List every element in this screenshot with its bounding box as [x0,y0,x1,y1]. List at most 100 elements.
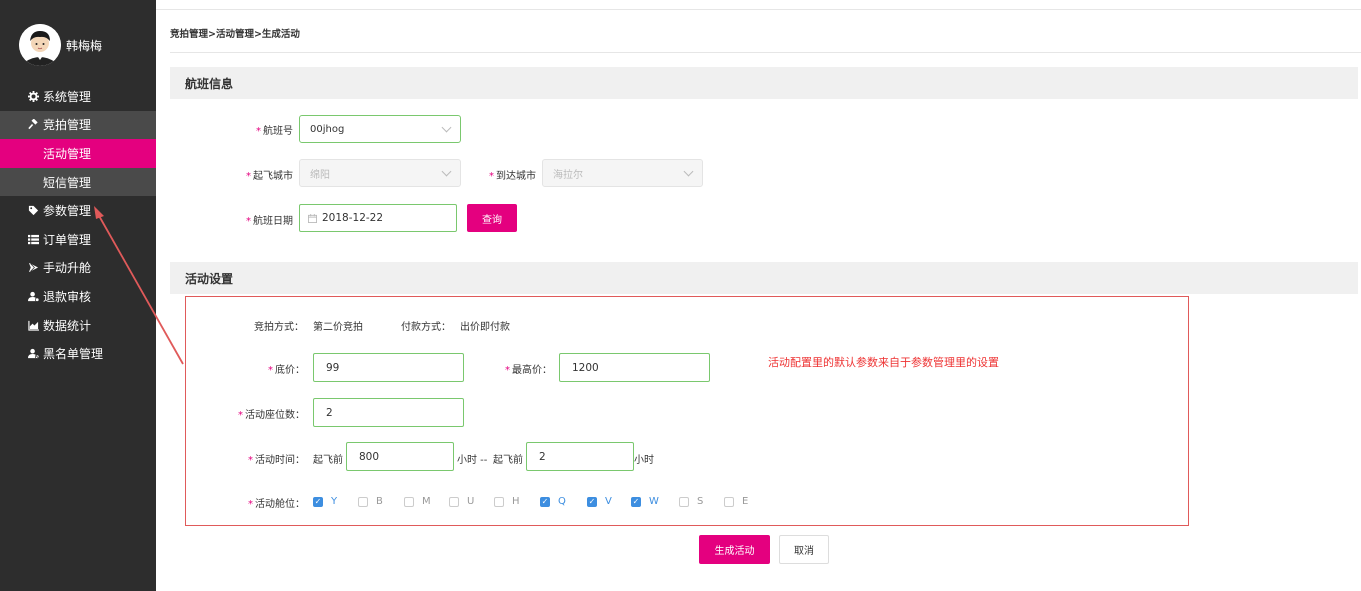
chevron-down-icon [441,166,452,177]
flight-date-label: * 航班日期 [246,216,293,227]
cabin-code: W [649,496,659,507]
sidebar-item-orders[interactable]: 订单管理 [0,225,156,254]
hours-separator: 小时 -- [457,455,488,466]
auction-method-value: 第二价竞拍 [313,322,363,333]
required-mark: * [489,171,494,182]
cabin-checkbox-s[interactable]: S [679,496,703,507]
sidebar-item-label: 退款审核 [43,289,92,304]
query-button[interactable]: 查询 [467,204,517,232]
cabin-code: M [422,496,431,507]
cabin-code: Y [331,496,338,507]
before-takeoff-label-2: 起飞前 [493,455,523,466]
required-mark: * [256,126,261,137]
username: 韩梅梅 [66,38,103,53]
cabin-checkbox-y[interactable]: ✓ Y [313,496,337,507]
arrival-city-label: * 到达城市 [489,171,536,182]
sidebar-item-label: 手动升舱 [43,261,92,276]
time-end-input[interactable]: 2 [526,442,634,471]
sidebar-item-label: 竞拍管理 [43,118,92,133]
breadcrumb: 竞拍管理>活动管理>生成活动 [170,29,300,40]
activity-settings-header: 活动设置 [170,262,1358,294]
cabin-checkbox-w[interactable]: ✓ W [631,496,659,507]
cabin-checkbox-q[interactable]: ✓ Q [540,496,566,507]
input-value: 2 [326,406,333,419]
input-value: 2 [539,450,546,463]
required-mark: * [248,455,253,466]
sidebar-item-blacklist[interactable]: 黑名单管理 [0,339,156,368]
input-value: 800 [359,450,380,463]
floor-price-input[interactable]: 99 [313,353,464,382]
seat-count-input[interactable]: 2 [313,398,464,427]
sidebar-item-upgrade[interactable]: 手动升舱 [0,254,156,283]
required-mark: * [505,365,510,376]
max-price-input[interactable]: 1200 [559,353,710,382]
checkbox-empty-icon [724,496,734,507]
cabin-checkbox-u[interactable]: U [449,496,474,507]
cabin-code: H [512,496,520,507]
annotation-note: 活动配置里的默认参数来自于参数管理里的设置 [768,356,999,369]
generate-activity-button[interactable]: 生成活动 [699,535,770,564]
user-refund-icon [27,290,40,303]
flight-no-select[interactable]: 00jhog [299,115,461,143]
cabin-code: Q [558,496,566,507]
checkmark-icon: ✓ [631,496,641,507]
hours-suffix: 小时 [634,455,654,466]
list-icon [27,233,40,246]
chart-icon [27,319,40,332]
plane-icon [27,261,40,274]
auction-method-label: 竞拍方式： [254,322,304,333]
chevron-down-icon [683,166,694,177]
cabin-checkbox-h[interactable]: H [494,496,520,507]
max-price-label: * 最高价： [505,365,552,376]
required-mark: * [246,216,251,227]
checkmark-icon: ✓ [540,496,550,507]
input-value: 99 [326,361,340,374]
section-title: 活动设置 [185,271,234,286]
sidebar-item-label: 黑名单管理 [43,347,104,362]
cabin-label: * 活动舱位： [248,499,305,510]
checkmark-icon: ✓ [313,496,323,507]
departure-city-label: * 起飞城市 [246,171,293,182]
cabin-checkbox-e[interactable]: E [724,496,748,507]
checkbox-empty-icon [679,496,689,507]
payment-method-value: 出价即付款 [460,322,510,333]
chevron-down-icon [441,122,452,133]
gear-icon [27,90,40,103]
breadcrumb-divider [170,52,1361,53]
gavel-icon [27,118,40,131]
checkbox-empty-icon [494,496,504,507]
input-value: 1200 [572,361,599,374]
flight-info-header: 航班信息 [170,67,1358,99]
cancel-button[interactable]: 取消 [779,535,829,564]
flight-date-input[interactable]: 2018-12-22 [299,204,457,232]
required-mark: * [246,171,251,182]
sidebar-item-refund[interactable]: 退款审核 [0,282,156,311]
cabin-code: V [605,496,612,507]
sidebar-item-activity[interactable]: 活动管理 [0,139,156,168]
cabin-checkbox-v[interactable]: ✓ V [587,496,612,507]
cabin-checkbox-m[interactable]: M [404,496,431,507]
sidebar-item-auction[interactable]: 竞拍管理 [0,110,156,140]
departure-city-select: 绵阳 [299,159,461,187]
calendar-icon [308,213,317,223]
seat-count-label: * 活动座位数： [238,410,305,421]
sidebar-item-system[interactable]: 系统管理 [0,82,156,111]
cabin-code: B [376,496,383,507]
sidebar-item-params[interactable]: 参数管理 [0,196,156,225]
selected-value: 00jhog [310,123,345,135]
time-start-input[interactable]: 800 [346,442,454,471]
sidebar-item-label: 活动管理 [43,146,92,161]
payment-method-label: 付款方式： [401,322,451,333]
avatar[interactable] [19,24,61,66]
sidebar-item-label: 订单管理 [43,232,92,247]
sidebar-item-stats[interactable]: 数据统计 [0,311,156,340]
sidebar-item-label: 短信管理 [43,175,92,190]
user-profile: 韩梅梅 [19,24,102,66]
checkbox-empty-icon [358,496,368,507]
sidebar-item-label: 数据统计 [43,318,92,333]
cabin-checkbox-b[interactable]: B [358,496,383,507]
sidebar-menu: 系统管理 竞拍管理 活动管理 短信管理 参数管理 订单管理 手动升舱 退款审核 … [0,82,156,368]
sidebar-item-label: 系统管理 [43,89,92,104]
before-takeoff-label: 起飞前 [313,455,343,466]
sidebar-item-sms[interactable]: 短信管理 [0,167,156,197]
